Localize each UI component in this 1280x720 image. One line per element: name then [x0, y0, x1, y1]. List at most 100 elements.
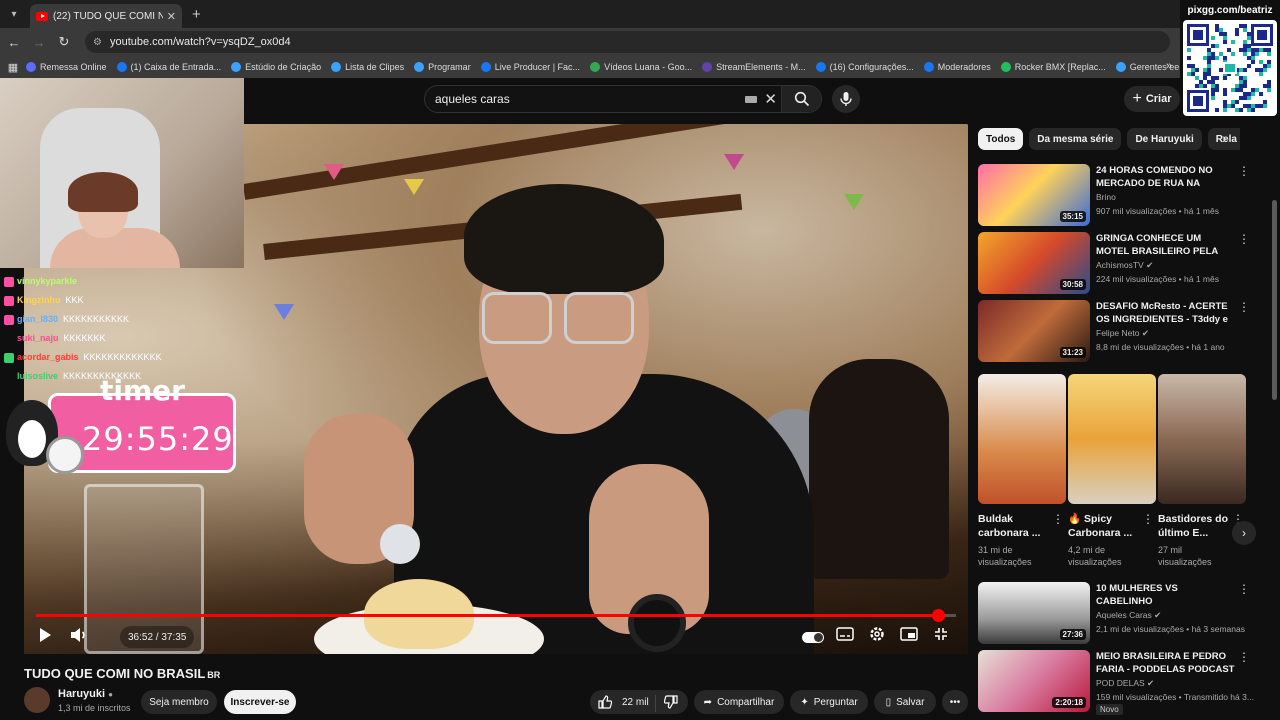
more-actions-button[interactable]: •••: [942, 690, 968, 714]
address-bar: ← → ↻ ⚙ youtube.com/watch?v=ysqDZ_ox0d4 …: [0, 28, 1280, 56]
clear-search-icon[interactable]: ✕: [764, 90, 777, 108]
site-info-icon[interactable]: ⚙: [93, 37, 102, 48]
short-thumbnail[interactable]: [1158, 374, 1246, 504]
bookmark-item[interactable]: Live Producer | Fac...: [480, 62, 580, 72]
apps-grid-icon[interactable]: ▦: [0, 61, 26, 74]
subscribe-button[interactable]: Inscrever-se: [224, 690, 296, 714]
recommended-video[interactable]: 30:58 GRINGA CONHECE UM MOTEL BRASILEIRO …: [978, 232, 1268, 294]
chat-username: gian_l830: [17, 314, 59, 324]
video-channel-name[interactable]: POD DELAS ✔: [1096, 678, 1154, 689]
bookmark-item[interactable]: StreamElements - M...: [702, 62, 806, 72]
video-thumbnail[interactable]: 2:20:18: [978, 650, 1090, 712]
recommended-video[interactable]: 27:36 10 MULHERES VS CABELINHO Aqueles Car…: [978, 582, 1268, 644]
more-vert-icon[interactable]: ⋮: [1238, 650, 1250, 664]
sparkle-icon: ✦: [800, 696, 809, 708]
save-button[interactable]: ▯ Salvar: [874, 690, 936, 714]
more-vert-icon[interactable]: ⋮: [1142, 512, 1154, 526]
url-field[interactable]: ⚙ youtube.com/watch?v=ysqDZ_ox0d4: [85, 31, 1170, 53]
recommended-video[interactable]: 35:15 24 HORAS COMENDO NO MERCADO DE RUA …: [978, 164, 1268, 226]
thumbs-up-icon: [598, 695, 612, 709]
short-title[interactable]: Buldak carbonara ...: [978, 512, 1050, 540]
bookmark-item[interactable]: Lista de Clipes: [331, 62, 404, 72]
like-button[interactable]: 22 mil: [598, 695, 649, 709]
bookmark-label: Vídeos Luana - Goo...: [604, 62, 693, 72]
bookmark-favicon-icon: [1000, 62, 1011, 72]
keyboard-icon[interactable]: [745, 96, 757, 103]
video-thumbnail[interactable]: 31:23: [978, 300, 1090, 362]
more-vert-icon[interactable]: ⋮: [1238, 232, 1250, 246]
video-title-link[interactable]: GRINGA CONHECE UM MOTEL BRASILEIRO PELA …: [1096, 232, 1236, 258]
short-video[interactable]: 🔥 Spicy Carbonara ... 4,2 mi de visualiza…: [1068, 374, 1156, 568]
video-title-link[interactable]: 10 MULHERES VS CABELINHO: [1096, 582, 1236, 608]
forward-icon[interactable]: →: [28, 35, 50, 50]
more-vert-icon[interactable]: ⋮: [1238, 582, 1250, 596]
search-button[interactable]: [781, 86, 821, 112]
video-title-text: TUDO QUE COMI NO BRASIL: [24, 666, 206, 681]
join-button[interactable]: Seja membro: [141, 690, 217, 714]
smart-watch: [628, 594, 686, 652]
back-icon[interactable]: ←: [3, 35, 25, 50]
video-thumbnail[interactable]: 30:58: [978, 232, 1090, 294]
share-button[interactable]: ➦ Compartilhar: [694, 690, 784, 714]
filter-chip[interactable]: De Haruyuki: [1127, 128, 1202, 150]
tab-search-button[interactable]: ▾: [4, 4, 24, 24]
more-vert-icon[interactable]: ⋮: [1238, 300, 1250, 314]
new-tab-button[interactable]: +: [192, 6, 201, 23]
video-thumbnail[interactable]: 35:15: [978, 164, 1090, 226]
short-title[interactable]: 🔥 Spicy Carbonara ...: [1068, 512, 1140, 540]
voice-search-button[interactable]: [832, 85, 860, 113]
miniplayer-icon[interactable]: [900, 627, 918, 644]
short-thumbnail[interactable]: [1068, 374, 1156, 504]
video-channel-name[interactable]: Aqueles Caras ✔: [1096, 610, 1161, 621]
bookmark-item[interactable]: (1) Caixa de Entrada...: [116, 62, 221, 72]
recommended-video[interactable]: 31:23 DESAFIO McResto - ACERTE OS INGREDI…: [978, 300, 1268, 362]
bookmark-item[interactable]: Estúdio de Criação: [231, 62, 321, 72]
browser-tab-active[interactable]: (22) TUDO QUE COMI NO BRASI ✕: [30, 4, 182, 28]
scrollbar[interactable]: [1272, 200, 1277, 400]
bookmark-item[interactable]: Moderadores: [923, 62, 991, 72]
subtitles-icon[interactable]: [836, 627, 854, 644]
reload-icon[interactable]: ↻: [53, 34, 75, 50]
video-channel-name[interactable]: Felipe Neto ✔: [1096, 328, 1149, 339]
more-vert-icon[interactable]: ⋮: [1238, 164, 1250, 178]
volume-icon[interactable]: [70, 627, 88, 646]
search-box[interactable]: aqueles caras ✕: [424, 85, 822, 113]
bookmark-item[interactable]: Rocker BMX [Replac...: [1000, 62, 1106, 72]
more-vert-icon[interactable]: ⋮: [1052, 512, 1064, 526]
bookmark-item[interactable]: Remessa Online: [26, 62, 107, 72]
autoplay-toggle[interactable]: [802, 632, 824, 643]
short-video[interactable]: Buldak carbonara ... 31 mi de visualizaçõ…: [978, 374, 1066, 568]
create-button[interactable]: + Criar: [1124, 86, 1180, 112]
play-icon[interactable]: [38, 627, 52, 646]
bookmark-item[interactable]: Programar: [414, 62, 471, 72]
progress-bar[interactable]: [36, 609, 956, 622]
progress-scrubber[interactable]: [931, 609, 945, 622]
fullscreen-exit-icon[interactable]: [934, 627, 948, 644]
filter-chip[interactable]: Todos: [978, 128, 1024, 150]
video-thumbnail[interactable]: 27:36: [978, 582, 1090, 644]
video-title-link[interactable]: DESAFIO McResto - ACERTE OS INGREDIENTES…: [1096, 300, 1236, 326]
channel-avatar[interactable]: [24, 687, 50, 713]
short-title[interactable]: Bastidores do último E...: [1158, 512, 1230, 540]
settings-gear-icon[interactable]: [869, 626, 885, 645]
bookmarks-bar: ▦ Remessa Online (1) Caixa de Entrada... E…: [0, 56, 1280, 78]
tab-close-icon[interactable]: ✕: [167, 10, 176, 23]
video-title-link[interactable]: 24 HORAS COMENDO NO MERCADO DE RUA NA CO…: [1096, 164, 1236, 190]
chevron-right-icon[interactable]: ›: [1222, 130, 1227, 146]
short-thumbnail[interactable]: [978, 374, 1066, 504]
filter-chip[interactable]: Da mesma série: [1029, 128, 1122, 150]
search-input[interactable]: aqueles caras: [435, 92, 510, 106]
bookmarks-overflow-icon[interactable]: »: [1166, 60, 1172, 72]
recommended-video[interactable]: 2:20:18 MEIO BRASILEIRA E PEDRO FARIA - P…: [978, 650, 1268, 715]
dislike-button[interactable]: [655, 695, 678, 712]
video-title-link[interactable]: MEIO BRASILEIRA E PEDRO FARIA - PODDELAS…: [1096, 650, 1236, 676]
video-channel-name[interactable]: Brino: [1096, 192, 1116, 202]
channel-name[interactable]: Haruyuki ●: [58, 688, 113, 700]
ask-button[interactable]: ✦ Perguntar: [790, 690, 868, 714]
bookmark-item[interactable]: Vídeos Luana - Goo...: [590, 62, 692, 72]
bookmark-item[interactable]: (16) Configurações...: [815, 62, 914, 72]
qr-overlay: pixgg.com/beatriz: [1180, 0, 1280, 118]
shorts-next-button[interactable]: ›: [1232, 521, 1256, 545]
spoon: [380, 524, 420, 564]
video-channel-name[interactable]: AchismosTV ✔: [1096, 260, 1153, 271]
